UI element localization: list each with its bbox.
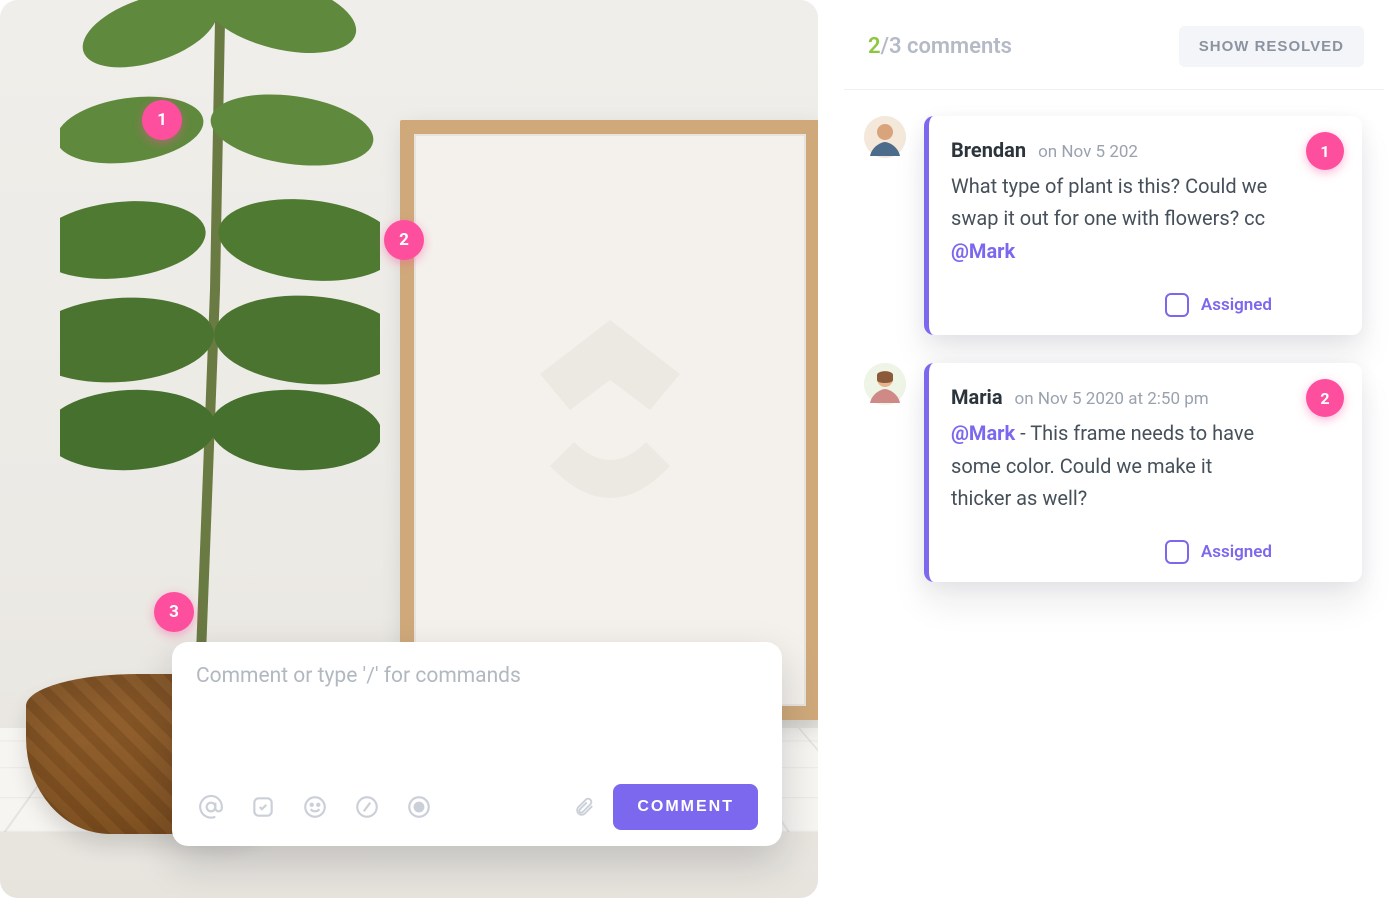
comments-list: 1 Brendan on Nov 5 202 What type of plan… bbox=[844, 90, 1384, 602]
comment-pin-badge: 1 bbox=[1306, 132, 1344, 170]
comment-body: @Mark - This frame needs to have some co… bbox=[951, 417, 1272, 514]
comment-composer: Comment or type '/' for commands bbox=[172, 642, 782, 846]
slash-command-icon[interactable] bbox=[352, 792, 382, 822]
comment-card[interactable]: 2 Maria on Nov 5 2020 at 2:50 pm @Mark -… bbox=[924, 363, 1362, 582]
assigned-toggle[interactable]: Assigned bbox=[951, 293, 1272, 317]
pin-number: 1 bbox=[157, 110, 167, 130]
assigned-toggle[interactable]: Assigned bbox=[951, 540, 1272, 564]
attachment-icon[interactable] bbox=[569, 792, 599, 822]
pin-number: 3 bbox=[169, 602, 179, 622]
picture-frame bbox=[400, 120, 818, 720]
show-resolved-button[interactable]: SHOW RESOLVED bbox=[1179, 26, 1364, 67]
mention-icon[interactable] bbox=[196, 792, 226, 822]
comments-sidebar: 2/3 comments SHOW RESOLVED 1 Brendan on … bbox=[844, 0, 1400, 914]
checkbox-icon[interactable] bbox=[1165, 540, 1189, 564]
comment-count-current: 2 bbox=[868, 34, 881, 59]
assigned-label: Assigned bbox=[1201, 295, 1272, 315]
comment-count: 2/3 comments bbox=[868, 34, 1012, 59]
avatar[interactable] bbox=[864, 363, 906, 405]
avatar[interactable] bbox=[864, 116, 906, 158]
comment-pin-badge: 2 bbox=[1306, 379, 1344, 417]
image-canvas[interactable]: 1 2 3 Comment or type '/' for commands bbox=[0, 0, 818, 898]
comment-count-total: 3 comments bbox=[889, 34, 1012, 59]
checkbox-icon[interactable] bbox=[1165, 293, 1189, 317]
comment-body: What type of plant is this? Could we swa… bbox=[951, 170, 1272, 267]
annotation-pin-2[interactable]: 2 bbox=[384, 220, 424, 260]
brand-logo-watermark bbox=[510, 310, 710, 530]
comment-timestamp: on Nov 5 2020 at 2:50 pm bbox=[1015, 389, 1209, 409]
emoji-icon[interactable] bbox=[300, 792, 330, 822]
comments-header: 2/3 comments SHOW RESOLVED bbox=[844, 0, 1384, 90]
annotation-pin-1[interactable]: 1 bbox=[142, 100, 182, 140]
comment-row: 2 Maria on Nov 5 2020 at 2:50 pm @Mark -… bbox=[864, 363, 1362, 582]
submit-comment-button[interactable]: COMMENT bbox=[613, 784, 758, 830]
composer-toolbar: COMMENT bbox=[196, 784, 758, 830]
task-icon[interactable] bbox=[248, 792, 278, 822]
comment-card[interactable]: 1 Brendan on Nov 5 202 What type of plan… bbox=[924, 116, 1362, 335]
comment-timestamp: on Nov 5 202 bbox=[1038, 142, 1138, 162]
assigned-label: Assigned bbox=[1201, 542, 1272, 562]
comment-author: Brendan bbox=[951, 138, 1026, 162]
comment-row: 1 Brendan on Nov 5 202 What type of plan… bbox=[864, 116, 1362, 335]
pin-number: 2 bbox=[399, 230, 409, 250]
composer-input[interactable]: Comment or type '/' for commands bbox=[196, 664, 758, 774]
comment-author: Maria bbox=[951, 385, 1003, 409]
annotation-pin-3[interactable]: 3 bbox=[154, 592, 194, 632]
record-icon[interactable] bbox=[404, 792, 434, 822]
mention[interactable]: @Mark bbox=[951, 239, 1015, 263]
mention[interactable]: @Mark bbox=[951, 421, 1015, 445]
